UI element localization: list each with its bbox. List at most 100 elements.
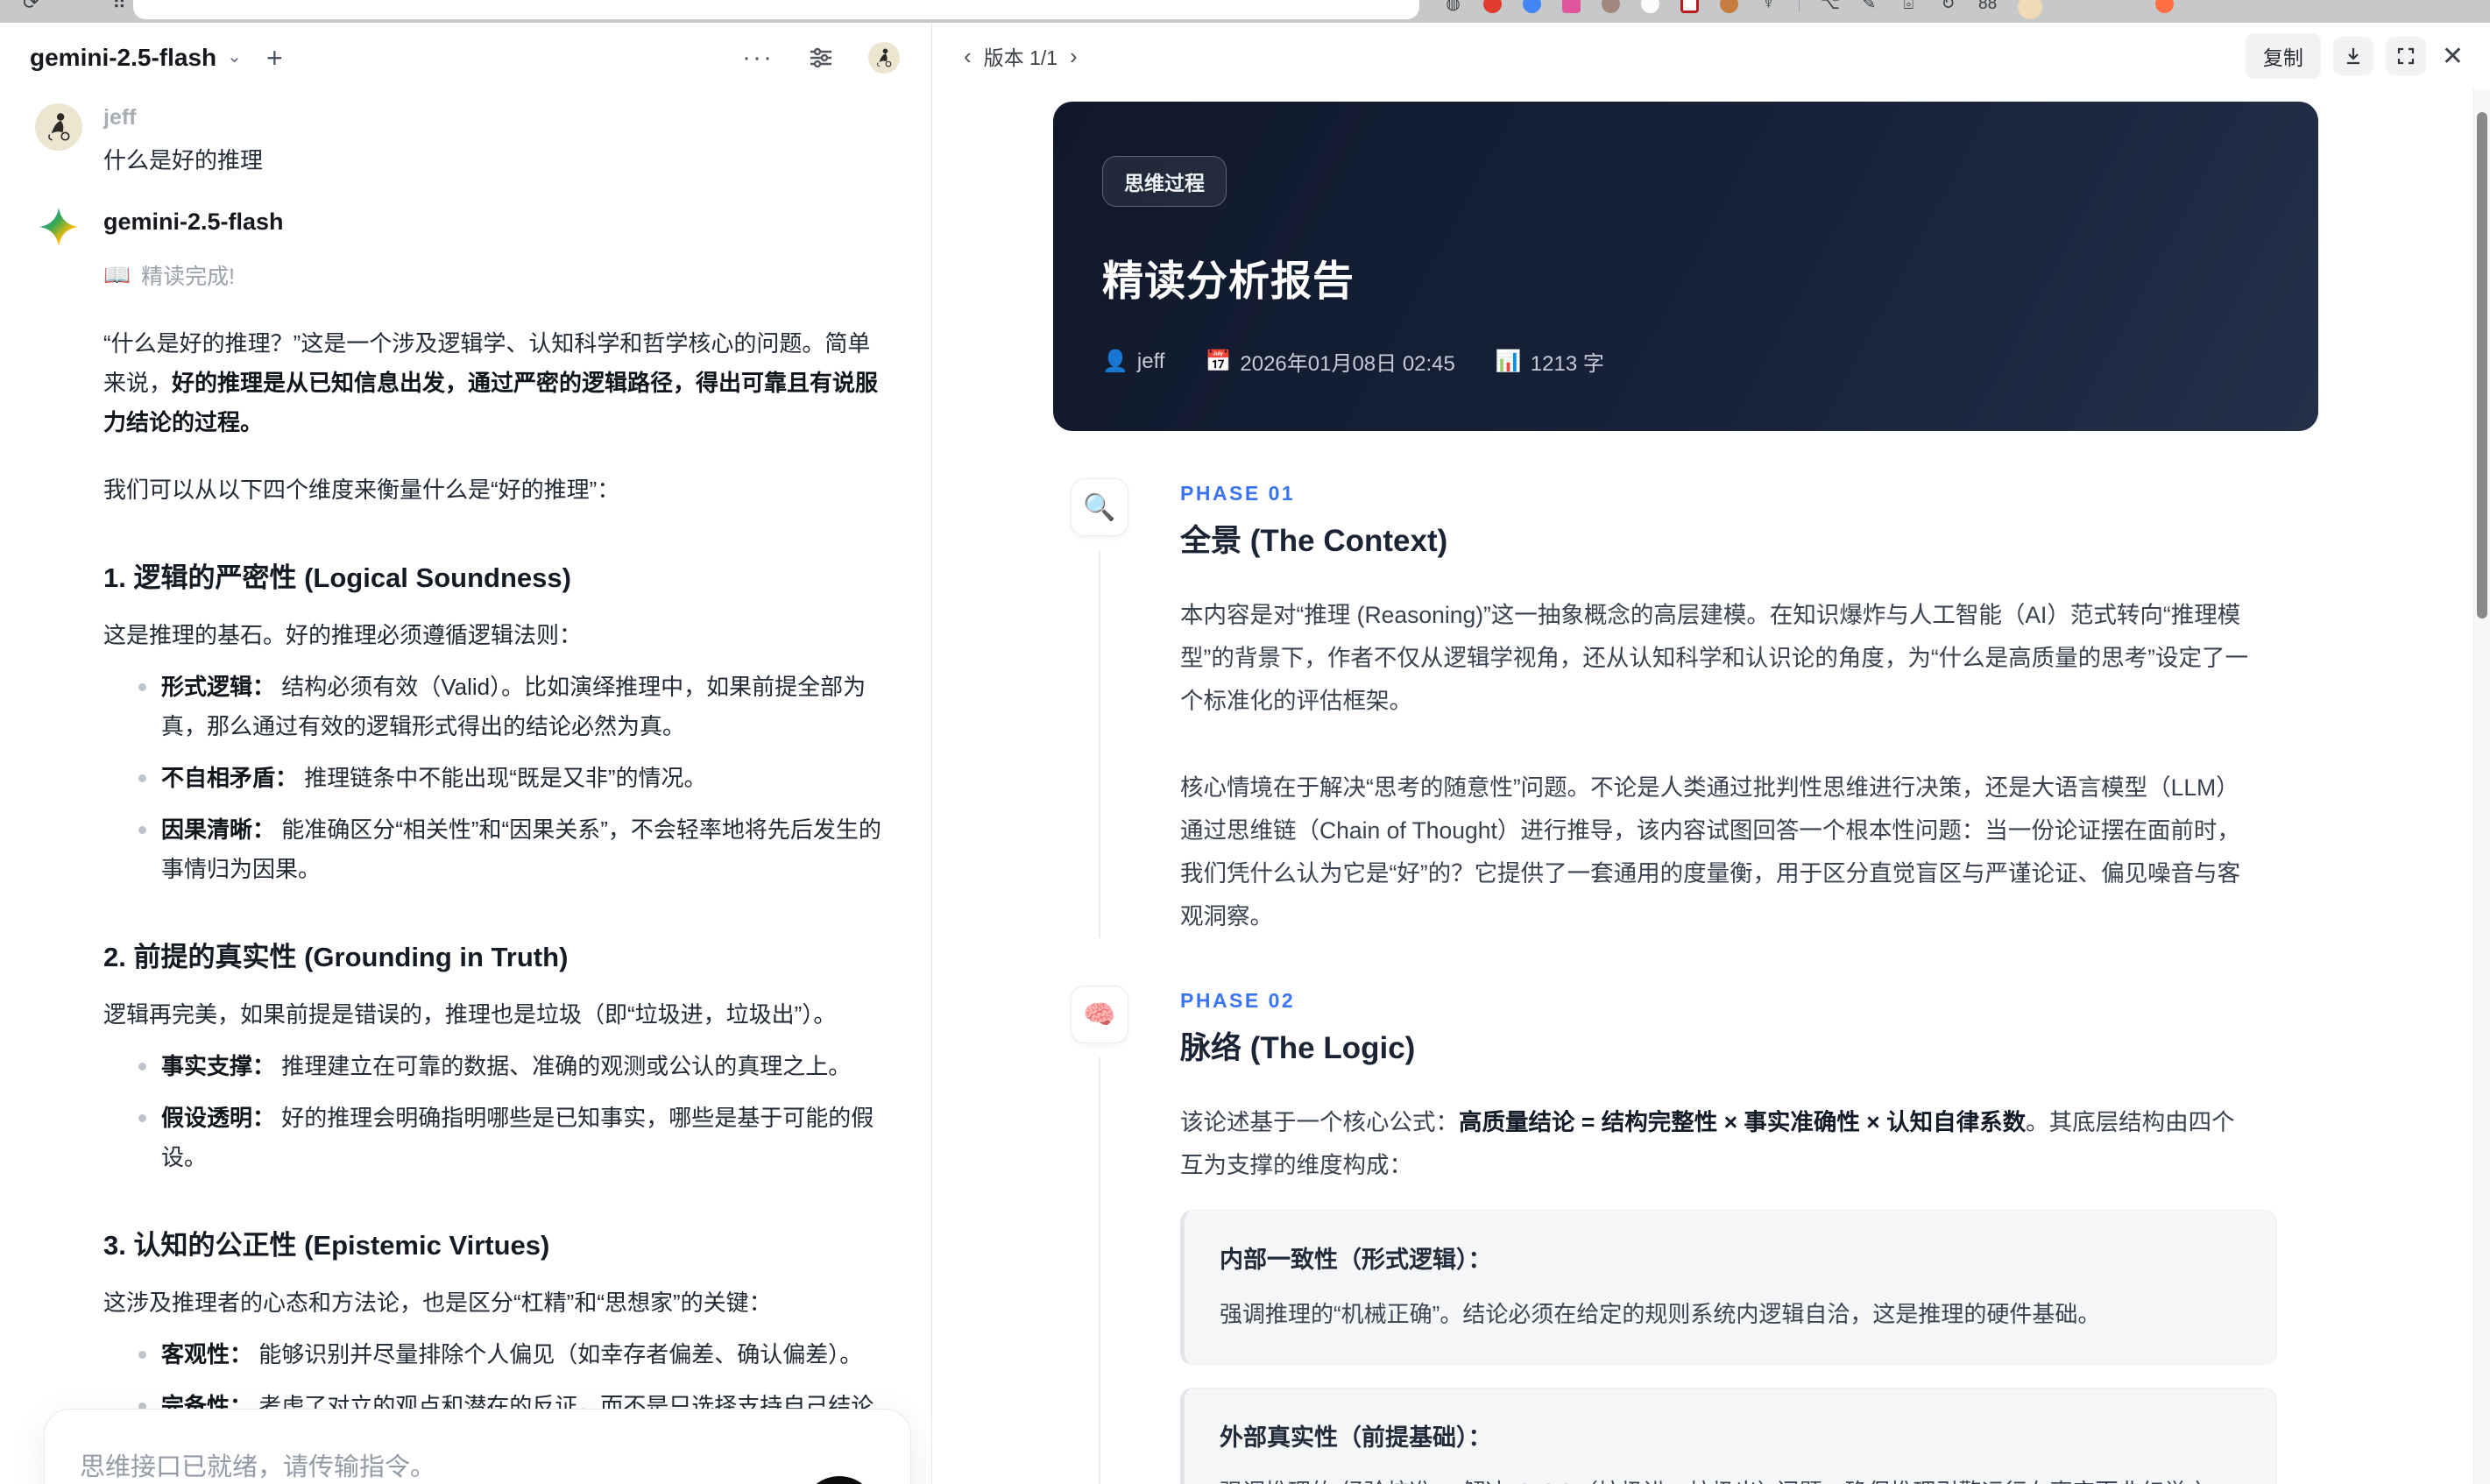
message-composer[interactable]: 思维接口已就绪，请传输指令。 + ❖ (44, 1409, 911, 1484)
extension-icon[interactable]: ↻ (1939, 0, 1957, 13)
extension-toolbar: ◍ ♆ ⌥ ✎ ⌻ ↻ 88 (1444, 0, 2174, 19)
settings-sliders-icon[interactable] (807, 44, 835, 72)
address-bar[interactable] (133, 0, 1419, 19)
report-hero-card: 思维过程 精读分析报告 👤 jeff 📅 2026年01月08日 02:45 📊 12… (1053, 102, 2318, 431)
close-button[interactable]: ✕ (2442, 41, 2464, 72)
extension-icon[interactable] (1562, 0, 1581, 13)
phase-paragraph: 核心情境在于解决“思考的随意性”问题。不论是人类通过批判性思维进行决策，还是大语… (1180, 774, 2241, 929)
scrollbar-thumb[interactable] (2477, 112, 2487, 618)
report-title: 精读分析报告 (1102, 258, 1355, 304)
list-item: 客观性： 能够识别并尽量排除个人偏见（如幸存者偏差、确认偏差）。 (103, 1335, 885, 1374)
phase-section-1: 🔍 PHASE 01 全景 (The Context) 本内容是对“推理 (Re… (1071, 431, 2336, 938)
chat-panel: gemini-2.5-flash ⌄ + ··· jeff 什么是好的推理 ge… (0, 23, 932, 1484)
phase-label: PHASE 01 (1180, 482, 1296, 505)
chat-header: gemini-2.5-flash ⌄ + ··· (0, 23, 931, 93)
bullet-list: 事实支撑： 推理建立在可靠的数据、准确的观测或公认的真理之上。 假设透明： 好的… (103, 1047, 885, 1177)
list-item: 形式逻辑： 结构必须有效（Valid）。比如演绎推理中，如果前提全部为真，那么通… (103, 668, 885, 746)
scrollbar-track[interactable] (2473, 89, 2490, 1484)
word-count: 1213 字 (1530, 352, 1604, 376)
preview-panel: ‹ 版本 1/1 › 复制 ✕ 思维过程 精读分析报告 👤 jeff 📅 202… (932, 23, 2490, 1484)
copy-button[interactable]: 复制 (2245, 33, 2321, 79)
gemini-star-icon (39, 207, 79, 247)
phase-paragraph: 本内容是对“推理 (Reasoning)”这一抽象概念的高层建模。在知识爆炸与人… (1180, 602, 2248, 714)
user-avatar (35, 103, 82, 151)
apps-grid-icon[interactable]: ⠿ (112, 0, 126, 14)
section-heading: 2. 前提的真实性 (Grounding in Truth) (103, 942, 569, 972)
extension-icon[interactable] (1641, 0, 1659, 13)
version-prev-button[interactable]: ‹ (957, 43, 979, 70)
screen: ⟳ ⠿ ◍ ♆ ⌥ ✎ ⌻ ↻ 88 gemini-2.5-flash ⌄ + … (0, 0, 2490, 1484)
extension-icon[interactable]: 88 (1978, 0, 1997, 13)
section-intro: 这涉及推理者的心态和方法论，也是区分“杠精”和“思想家”的关键： (103, 1290, 772, 1316)
brain-icon: 🧠 (1071, 986, 1128, 1043)
author-icon: 👤 (1102, 350, 1128, 373)
lead-paragraph: 我们可以从以下四个维度来衡量什么是“好的推理”： (103, 477, 620, 503)
chart-icon: 📊 (1495, 350, 1522, 373)
list-item: 不自相矛盾： 推理链条中不能出现“既是又非”的情况。 (103, 759, 885, 798)
message-text: 什么是好的推理 (103, 147, 264, 173)
extension-icon[interactable] (2155, 0, 2174, 13)
extension-icon[interactable]: ⌥ (1821, 0, 1840, 13)
profile-avatar[interactable] (2018, 0, 2042, 19)
assistant-status: 📖 精读完成! (103, 259, 885, 291)
user-avatar[interactable] (868, 42, 900, 74)
section-intro: 逻辑再完美，如果前提是错误的，推理也是垃圾（即“垃圾进，垃圾出”）。 (103, 1001, 837, 1028)
report-scroll-area[interactable]: 思维过程 精读分析报告 👤 jeff 📅 2026年01月08日 02:45 📊 12… (932, 89, 2472, 1484)
phase-label: PHASE 02 (1180, 989, 1296, 1012)
phase-title: 脉络 (The Logic) (1180, 1031, 1416, 1065)
bullet-list: 形式逻辑： 结构必须有效（Valid）。比如演绎推理中，如果前提全部为真，那么通… (103, 668, 885, 889)
status-text: 精读完成! (141, 265, 236, 289)
section-heading: 3. 认知的公正性 (Epistemic Virtues) (103, 1230, 550, 1261)
version-next-button[interactable]: › (1063, 43, 1085, 70)
message-author: jeff (103, 105, 137, 130)
model-selector[interactable]: gemini-2.5-flash (30, 44, 216, 72)
calendar-icon: 📅 (1205, 350, 1232, 373)
message-author: gemini-2.5-flash (103, 208, 284, 235)
dimension-card: 内部一致性（形式逻辑）： 强调推理的“机械正确”。结论必须在给定的规则系统内逻辑… (1180, 1210, 2277, 1365)
browser-chrome: ⟳ ⠿ ◍ ♆ ⌥ ✎ ⌻ ↻ 88 (0, 0, 2490, 23)
timeline-connector (1099, 1057, 1100, 1484)
list-item: 事实支撑： 推理建立在可靠的数据、准确的观测或公认的真理之上。 (103, 1047, 885, 1086)
more-options-button[interactable]: ··· (742, 43, 774, 73)
chevron-down-icon[interactable]: ⌄ (227, 46, 242, 67)
extension-icon[interactable] (1720, 0, 1738, 13)
phase-section-2: 🧠 PHASE 02 脉络 (The Logic) 该论述基于一个核心公式：高质… (1071, 938, 2336, 1484)
list-item: 因果清晰： 能准确区分“相关性”和“因果关系”，不会轻率地将先后发生的事情归为因… (103, 810, 885, 889)
extension-icon[interactable] (1523, 0, 1541, 13)
new-chat-button[interactable]: + (266, 44, 283, 72)
assistant-message: gemini-2.5-flash 📖 精读完成! “什么是好的推理？”这是一个涉… (35, 207, 881, 1484)
version-label: 版本 1/1 (983, 46, 1058, 69)
extension-icon[interactable]: ✎ (1860, 0, 1878, 13)
card-title: 内部一致性（形式逻辑）： (1220, 1247, 1492, 1273)
extension-icon[interactable] (1483, 0, 1502, 13)
fullscreen-button[interactable] (2385, 37, 2426, 75)
card-body: 强调推理的“机械正确”。结论必须在给定的规则系统内逻辑自洽，这是推理的硬件基础。 (1220, 1301, 2101, 1327)
assistant-markdown: “什么是好的推理？”这是一个涉及逻辑学、认知科学和哲学核心的问题。简单来说，好的… (103, 296, 885, 1484)
card-title: 外部真实性（前提基础）： (1220, 1424, 1492, 1451)
report-date: 2026年01月08日 02:45 (1240, 352, 1455, 376)
magnifier-icon: 🔍 (1071, 478, 1128, 536)
report-badge: 思维过程 (1102, 156, 1227, 207)
extension-icon[interactable]: ◍ (1444, 0, 1462, 13)
section-intro: 这是推理的基石。好的推理必须遵循逻辑法则： (103, 622, 583, 648)
composer-placeholder: 思维接口已就绪，请传输指令。 (80, 1453, 436, 1481)
list-item: 假设透明： 好的推理会明确指明哪些是已知事实，哪些是基于可能的假设。 (103, 1099, 885, 1177)
timeline-connector (1099, 550, 1100, 938)
report-meta: 👤 jeff 📅 2026年01月08日 02:45 📊 1213 字 (1102, 346, 2269, 377)
extension-icon[interactable] (1602, 0, 1620, 13)
phase-title: 全景 (The Context) (1180, 524, 1448, 558)
formula-paragraph: 该论述基于一个核心公式：高质量结论 = 结构完整性 × 事实准确性 × 认知自律… (1180, 1109, 2235, 1178)
card-body: 强调推理的“经验校准”。解决“GIGO（垃圾进，垃圾出）”问题，确保推理引擎运行… (1220, 1472, 2241, 1484)
preview-toolbar: ‹ 版本 1/1 › 复制 ✕ (932, 23, 2490, 89)
author-name: jeff (1136, 349, 1165, 373)
toolbar-divider (1799, 0, 1800, 12)
extension-icon[interactable]: ⌻ (1899, 0, 1918, 13)
extension-icon[interactable]: ♆ (1759, 0, 1778, 13)
chat-scroll-area[interactable]: jeff 什么是好的推理 gemini-2.5-flash 📖 精读完成! “什… (0, 93, 931, 1484)
intro-paragraph: “什么是好的推理？”这是一个涉及逻辑学、认知科学和哲学核心的问题。简单来说，好的… (103, 330, 879, 435)
reload-icon[interactable]: ⟳ (23, 0, 39, 14)
user-message: jeff 什么是好的推理 (35, 103, 881, 175)
download-button[interactable] (2332, 37, 2373, 75)
section-heading: 1. 逻辑的严密性 (Logical Soundness) (103, 562, 571, 593)
extension-icon[interactable] (1680, 0, 1699, 13)
